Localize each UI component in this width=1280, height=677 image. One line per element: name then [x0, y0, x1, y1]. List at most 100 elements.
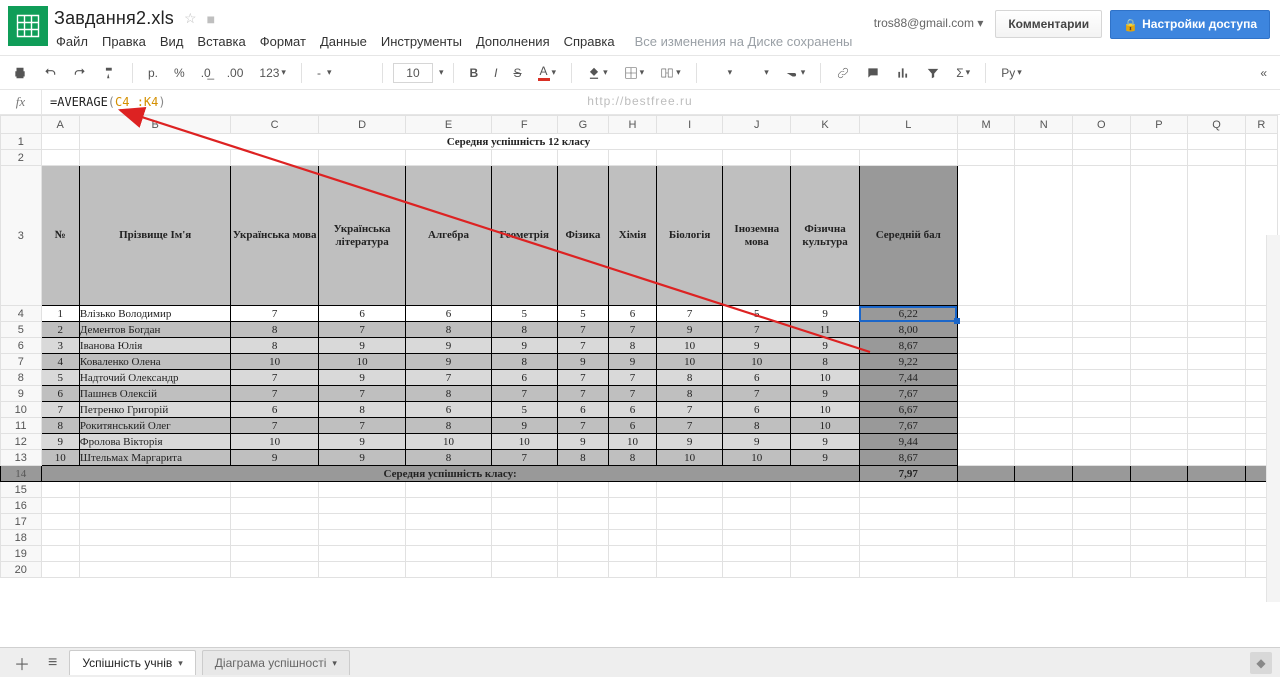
cell[interactable] — [1073, 306, 1131, 322]
add-sheet-button[interactable]: ＋ — [8, 649, 36, 677]
cell[interactable] — [491, 514, 557, 530]
cell[interactable] — [1073, 530, 1131, 546]
explore-button[interactable]: ◆ — [1250, 652, 1272, 674]
row-14[interactable]: 14 — [1, 466, 42, 482]
formula-input[interactable]: =AVERAGE(C4 :K4) — [42, 91, 174, 113]
cell[interactable] — [657, 498, 723, 514]
decrease-decimal-button[interactable]: .0̲ — [196, 62, 216, 84]
cell[interactable] — [1073, 450, 1131, 466]
cell[interactable] — [1073, 402, 1131, 418]
increase-decimal-button[interactable]: .00 — [222, 62, 249, 84]
cell[interactable] — [1015, 386, 1073, 402]
cell[interactable] — [609, 498, 657, 514]
cell[interactable] — [406, 530, 491, 546]
cell[interactable] — [318, 482, 405, 498]
cell[interactable] — [957, 322, 1015, 338]
cell[interactable] — [491, 530, 557, 546]
cell[interactable] — [557, 498, 608, 514]
share-button[interactable]: 🔒Настройки доступа — [1110, 10, 1270, 39]
doc-title[interactable]: Завдання2.xls — [54, 8, 174, 29]
cell[interactable] — [957, 514, 1015, 530]
menu-format[interactable]: Формат — [260, 34, 306, 49]
cell[interactable] — [1015, 402, 1073, 418]
cell[interactable] — [1188, 418, 1246, 434]
cell[interactable] — [41, 562, 79, 578]
row-4[interactable]: 4 — [1, 306, 42, 322]
comments-button[interactable]: Комментарии — [995, 10, 1102, 38]
menu-help[interactable]: Справка — [564, 34, 615, 49]
cell[interactable] — [1188, 514, 1246, 530]
col-O[interactable]: O — [1073, 116, 1131, 134]
row-11[interactable]: 11 — [1, 418, 42, 434]
cell[interactable] — [1245, 134, 1277, 150]
cell[interactable] — [657, 546, 723, 562]
row-5[interactable]: 5 — [1, 322, 42, 338]
menu-addons[interactable]: Дополнения — [476, 34, 550, 49]
cell[interactable] — [723, 514, 791, 530]
cell[interactable] — [79, 514, 230, 530]
bold-button[interactable]: B — [464, 62, 483, 84]
footer-value[interactable]: 7,97 — [859, 466, 957, 482]
avg-cell[interactable]: 7,67 — [859, 386, 957, 402]
star-icon[interactable]: ☆ — [184, 10, 197, 27]
cell[interactable] — [1015, 306, 1073, 322]
avg-cell[interactable]: 7,67 — [859, 418, 957, 434]
cell[interactable] — [1073, 418, 1131, 434]
cell[interactable] — [1188, 546, 1246, 562]
avg-cell[interactable]: 9,44 — [859, 434, 957, 450]
cell[interactable] — [1188, 530, 1246, 546]
cell[interactable] — [41, 546, 79, 562]
cell[interactable] — [1073, 434, 1131, 450]
avg-cell[interactable]: 7,44 — [859, 370, 957, 386]
grid-area[interactable]: A B C D E F G H I J K L M N O P Q R 1Сер… — [0, 115, 1280, 632]
cell[interactable] — [406, 482, 491, 498]
cell[interactable] — [1188, 166, 1246, 306]
cell[interactable] — [1015, 546, 1073, 562]
avg-cell[interactable]: 8,00 — [859, 322, 957, 338]
cell[interactable] — [1188, 450, 1246, 466]
cell[interactable] — [609, 514, 657, 530]
cell[interactable] — [231, 546, 318, 562]
paint-format-icon[interactable] — [98, 62, 122, 84]
cell[interactable] — [1188, 338, 1246, 354]
col-I[interactable]: I — [657, 116, 723, 134]
borders-button[interactable]: ▾ — [619, 62, 650, 84]
text-color-button[interactable]: A▾ — [533, 60, 562, 85]
menu-view[interactable]: Вид — [160, 34, 184, 49]
vertical-scrollbar[interactable] — [1266, 235, 1280, 602]
cell[interactable] — [318, 562, 405, 578]
cell[interactable] — [723, 498, 791, 514]
cell[interactable] — [1015, 338, 1073, 354]
cell[interactable] — [609, 546, 657, 562]
select-all-corner[interactable] — [1, 116, 42, 134]
cell[interactable] — [1015, 418, 1073, 434]
cell[interactable] — [318, 150, 405, 166]
cell[interactable] — [1015, 370, 1073, 386]
cell[interactable] — [79, 498, 230, 514]
cell[interactable] — [723, 530, 791, 546]
cell[interactable] — [957, 546, 1015, 562]
cell[interactable] — [657, 530, 723, 546]
cell[interactable] — [1130, 450, 1188, 466]
cell[interactable] — [957, 354, 1015, 370]
cell[interactable] — [1015, 466, 1073, 482]
percent-button[interactable]: % — [169, 62, 190, 84]
cell[interactable] — [609, 150, 657, 166]
cell[interactable] — [957, 498, 1015, 514]
cell[interactable] — [406, 546, 491, 562]
cell[interactable] — [41, 530, 79, 546]
avg-cell[interactable]: 6,22 — [859, 306, 957, 322]
cell[interactable] — [957, 530, 1015, 546]
cell[interactable] — [957, 338, 1015, 354]
menu-file[interactable]: Файл — [56, 34, 88, 49]
cell[interactable] — [957, 166, 1015, 306]
cell[interactable] — [1130, 306, 1188, 322]
cell[interactable] — [1073, 166, 1131, 306]
cell[interactable] — [1188, 466, 1246, 482]
cell[interactable] — [491, 482, 557, 498]
cell[interactable] — [1130, 546, 1188, 562]
cell[interactable] — [1015, 354, 1073, 370]
avg-cell[interactable]: 8,67 — [859, 450, 957, 466]
cell[interactable] — [1188, 322, 1246, 338]
cell[interactable] — [1130, 402, 1188, 418]
